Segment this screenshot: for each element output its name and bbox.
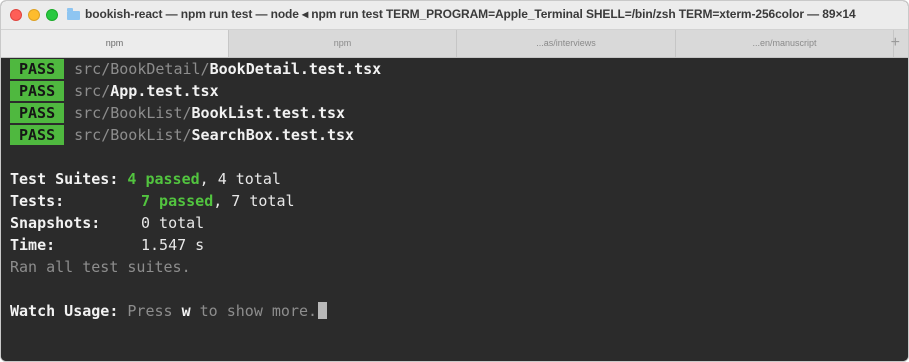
watch-press-text: Press xyxy=(127,302,182,320)
test-file-dir: src/BookDetail/ xyxy=(74,60,210,78)
tab-interviews[interactable]: ...as/interviews xyxy=(457,30,676,57)
zoom-window-button[interactable] xyxy=(46,9,58,21)
summary-time-line: Time: 1.547 s xyxy=(10,234,204,256)
summary-snapshots-line: Snapshots: 0 total xyxy=(10,212,204,234)
tab-manuscript[interactable]: ...en/manuscript xyxy=(676,30,894,57)
tab-bar: npm npm ...as/interviews ...en/manuscrip… xyxy=(1,30,908,58)
watch-rest-text: to show more. xyxy=(190,302,318,320)
folder-icon xyxy=(67,8,80,20)
ran-all-message: Ran all test suites. xyxy=(10,258,191,276)
suites-total: , 4 total xyxy=(199,170,281,188)
test-file-name: SearchBox.test.tsx xyxy=(191,126,355,144)
test-file-name: App.test.tsx xyxy=(110,82,219,100)
test-file-name: BookList.test.tsx xyxy=(191,104,346,122)
pass-badge: PASS xyxy=(10,103,65,123)
tab-npm-active[interactable]: npm xyxy=(1,30,229,57)
terminal-window: bookish-react — npm run test — node ◂ np… xyxy=(0,0,909,362)
new-tab-button[interactable]: + xyxy=(891,30,900,57)
suites-passed: 4 passed xyxy=(127,170,200,188)
title-bar: bookish-react — npm run test — node ◂ np… xyxy=(1,1,908,30)
tests-label: Tests: xyxy=(10,192,65,210)
suites-label: Test Suites: xyxy=(10,170,119,188)
snapshots-value: 0 total xyxy=(141,214,205,232)
watch-usage-label: Watch Usage: xyxy=(10,302,119,320)
summary-tests-line: Tests: 7 passed, 7 total xyxy=(10,190,295,212)
tests-total: , 7 total xyxy=(213,192,295,210)
test-file-dir: src/BookList/ xyxy=(74,126,192,144)
window-title: bookish-react — npm run test — node ◂ np… xyxy=(85,7,856,21)
pass-badge: PASS xyxy=(10,81,65,101)
minimize-window-button[interactable] xyxy=(28,9,40,21)
pass-badge: PASS xyxy=(10,125,65,145)
test-file-dir: src/ xyxy=(74,82,111,100)
test-file-dir: src/BookList/ xyxy=(74,104,192,122)
test-result-line: PASS src/BookList/SearchBox.test.tsx xyxy=(10,124,354,146)
tests-passed: 7 passed xyxy=(141,192,214,210)
terminal-cursor xyxy=(318,302,328,319)
watch-usage-line: Watch Usage: Press w to show more. xyxy=(10,300,328,322)
test-result-line: PASS src/BookList/BookList.test.tsx xyxy=(10,102,345,124)
snapshots-label: Snapshots: xyxy=(10,214,101,232)
close-window-button[interactable] xyxy=(10,9,22,21)
test-result-line: PASS src/App.test.tsx xyxy=(10,80,219,102)
watch-key: w xyxy=(181,302,191,320)
summary-suites-line: Test Suites: 4 passed, 4 total xyxy=(10,168,281,190)
time-label: Time: xyxy=(10,236,56,254)
pass-badge: PASS xyxy=(10,59,65,79)
test-result-line: PASS src/BookDetail/BookDetail.test.tsx xyxy=(10,58,381,80)
tab-npm[interactable]: npm xyxy=(229,30,457,57)
time-value: 1.547 s xyxy=(141,236,205,254)
test-file-name: BookDetail.test.tsx xyxy=(209,60,382,78)
terminal-output[interactable]: PASS src/BookDetail/BookDetail.test.tsx P… xyxy=(1,58,908,361)
